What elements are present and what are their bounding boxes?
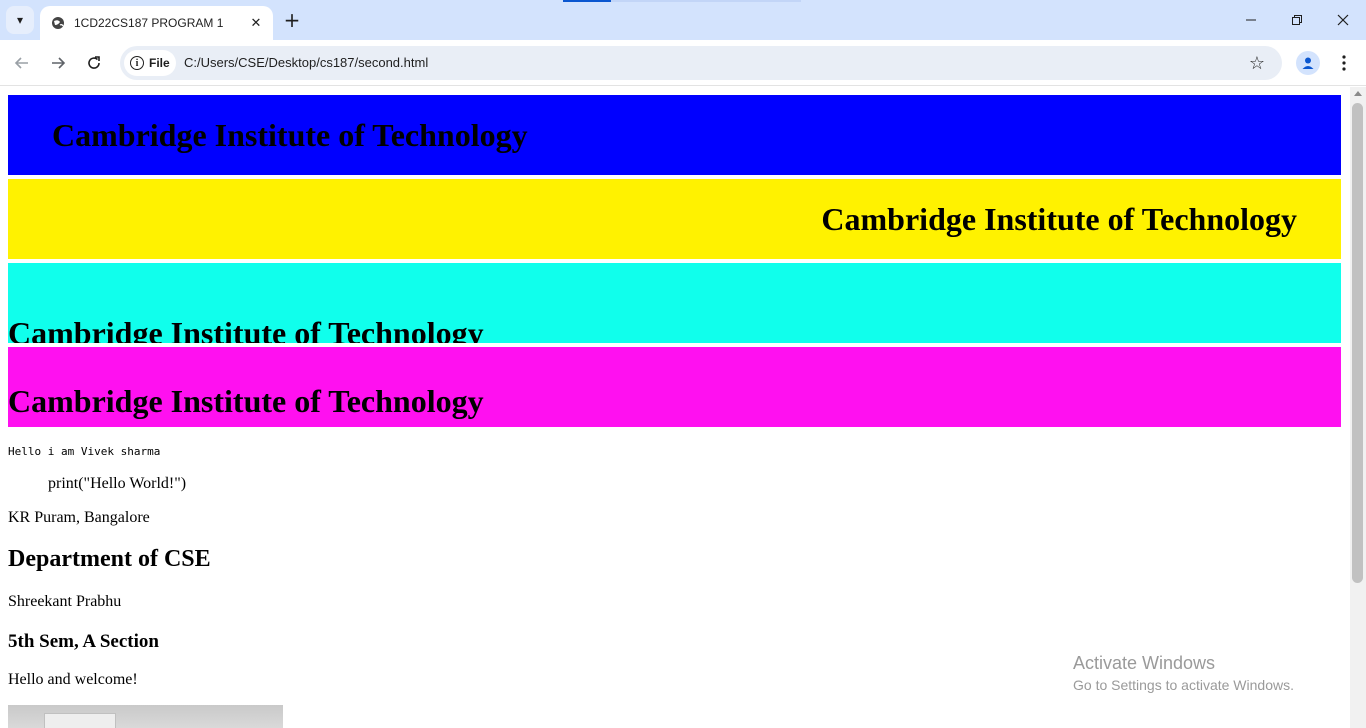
person-name: Shreekant Prabhu: [8, 593, 122, 610]
heading-band-blue: Cambridge Institute of Technology: [8, 95, 1341, 175]
heading-band-yellow: Cambridge Institute of Technology: [8, 179, 1341, 259]
scroll-thumb[interactable]: [1352, 103, 1363, 583]
browser-tab[interactable]: 1CD22CS187 PROGRAM 1 ✕: [40, 6, 273, 40]
globe-icon: [50, 15, 66, 31]
scroll-up-arrow-icon[interactable]: [1354, 91, 1362, 96]
reload-icon[interactable]: [80, 49, 108, 77]
page-image: [8, 705, 283, 728]
tab-strip: ▾ 1CD22CS187 PROGRAM 1 ✕ +: [0, 0, 1366, 40]
heading-band-cyan: Cambridge Institute of Technology: [8, 263, 1341, 343]
tab-search-icon[interactable]: ▾: [6, 6, 34, 34]
site-info-label: File: [149, 56, 170, 70]
window-accent-bar-light: [611, 0, 801, 2]
url-text[interactable]: C:/Users/CSE/Desktop/cs187/second.html: [184, 55, 428, 70]
info-icon: i: [130, 56, 144, 70]
back-arrow-icon[interactable]: [8, 49, 36, 77]
site-info-chip[interactable]: i File: [124, 50, 176, 76]
close-icon[interactable]: ✕: [245, 12, 267, 34]
heading-left: Cambridge Institute of Technology: [52, 117, 528, 153]
vertical-scrollbar[interactable]: [1350, 87, 1366, 728]
heading-band-magenta: Cambridge Institute of Technology: [8, 347, 1341, 427]
watermark-subtitle: Go to Settings to activate Windows.: [1073, 677, 1294, 693]
page-viewport: Cambridge Institute of Technology Cambri…: [0, 87, 1350, 728]
address-text: KR Puram, Bangalore: [8, 509, 150, 526]
heading-bottom: Cambridge Institute of Technology: [8, 315, 484, 343]
code-text: print("Hello World!"): [48, 475, 187, 492]
address-bar[interactable]: i File C:/Users/CSE/Desktop/cs187/second…: [120, 46, 1282, 80]
greeting-text: Hello and welcome!: [8, 671, 138, 688]
image-detail: [44, 713, 116, 728]
window-accent-bar: [563, 0, 611, 2]
watermark-title: Activate Windows: [1073, 653, 1216, 673]
profile-icon[interactable]: [1296, 51, 1320, 75]
heading-right: Cambridge Institute of Technology: [821, 201, 1297, 237]
star-icon[interactable]: ☆: [1246, 52, 1268, 74]
tab-title: 1CD22CS187 PROGRAM 1: [74, 16, 224, 30]
plus-icon[interactable]: +: [280, 8, 304, 32]
semester-heading: 5th Sem, A Section: [8, 631, 159, 652]
forward-arrow-icon[interactable]: [44, 49, 72, 77]
minimize-icon[interactable]: [1228, 0, 1274, 40]
browser-toolbar: i File C:/Users/CSE/Desktop/cs187/second…: [0, 40, 1366, 86]
restore-icon[interactable]: [1274, 0, 1320, 40]
monospace-text: Hello i am Vivek sharma: [8, 445, 161, 458]
activate-windows-watermark: Activate Windows Go to Settings to activ…: [1073, 652, 1294, 694]
department-heading: Department of CSE: [8, 546, 211, 572]
kebab-menu-icon[interactable]: [1332, 49, 1356, 77]
close-window-icon[interactable]: [1320, 0, 1366, 40]
heading-plain: Cambridge Institute of Technology: [8, 383, 484, 419]
